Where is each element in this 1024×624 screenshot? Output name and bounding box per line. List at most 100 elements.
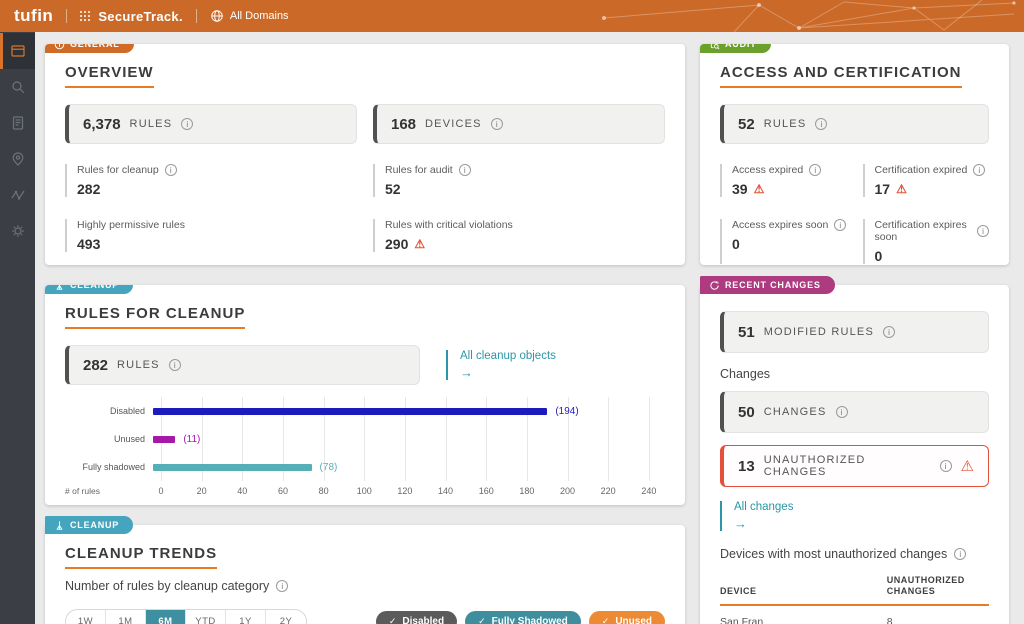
x-tick-label: 100 (357, 486, 372, 496)
app-grid-icon[interactable] (80, 11, 90, 21)
sidebar-item-reports[interactable] (0, 105, 35, 141)
tufin-logo: tufin (14, 6, 53, 26)
info-badge-icon (54, 44, 65, 50)
all-changes-link[interactable]: All changes → (720, 501, 989, 531)
info-icon[interactable]: i (954, 548, 966, 560)
gear-icon (10, 223, 26, 239)
chart-row: Disabled(194) (65, 397, 665, 425)
dashboard-main: GENERAL OVERVIEW 6,378 RULES i 168 DEVIC… (35, 32, 1024, 624)
range-button-1w[interactable]: 1W (66, 610, 106, 624)
bar-track: (78) (153, 453, 665, 481)
bar-fully-shadowed[interactable] (153, 464, 312, 471)
bar-disabled[interactable] (153, 408, 547, 415)
info-icon[interactable]: i (809, 164, 821, 176)
bar-unused[interactable] (153, 436, 175, 443)
audit-badge: AUDIT (700, 44, 771, 53)
device-column-header: DEVICE (720, 569, 887, 605)
range-button-1y[interactable]: 1Y (226, 610, 266, 624)
devices-stat-box[interactable]: 168 DEVICES i (373, 104, 665, 144)
stat-rules-critical-violations[interactable]: Rules with critical violationsi 290⚠ (373, 219, 665, 252)
stat-highly-permissive-rules[interactable]: Highly permissive rulesi 493⚠ (65, 219, 357, 252)
legend-chip-unused[interactable]: ✓Unused (589, 611, 665, 624)
topbar-divider (66, 9, 67, 23)
x-tick-label: 120 (397, 486, 412, 496)
x-tick-label: 160 (479, 486, 494, 496)
modified-rules-stat-box[interactable]: 51 MODIFIED RULES i (720, 311, 989, 353)
info-icon[interactable]: i (834, 219, 846, 231)
x-tick-label: 220 (601, 486, 616, 496)
devices-table-body: San Fran8CMA-R803 (720, 605, 989, 624)
stat-certification-expired[interactable]: Certification expiredi 17⚠ (863, 164, 990, 197)
cleanup-trends-title: CLEANUP TRENDS (65, 545, 217, 569)
legend-chip-fully-shadowed[interactable]: ✓Fully Shadowed (465, 611, 581, 624)
category-label: Fully shadowed (65, 462, 153, 472)
product-title: SecureTrack. (98, 9, 183, 24)
warning-icon: ⚠ (754, 183, 765, 195)
range-button-6m[interactable]: 6M (146, 610, 186, 624)
stat-access-expires-soon[interactable]: Access expires sooni 0⚠ (720, 219, 847, 264)
info-icon[interactable]: i (940, 460, 952, 472)
general-badge: GENERAL (45, 44, 134, 53)
recent-changes-badge: RECENT CHANGES (700, 276, 835, 294)
range-button-ytd[interactable]: YTD (186, 610, 226, 624)
x-tick-label: 200 (560, 486, 575, 496)
general-panel: GENERAL OVERVIEW 6,378 RULES i 168 DEVIC… (45, 44, 685, 265)
sidebar-item-topology[interactable] (0, 141, 35, 177)
globe-icon (210, 9, 224, 23)
range-button-1m[interactable]: 1M (106, 610, 146, 624)
table-cell: San Fran (720, 605, 887, 624)
sidebar-item-analytics[interactable] (0, 177, 35, 213)
sidebar-item-settings[interactable] (0, 213, 35, 249)
info-icon[interactable]: i (181, 118, 193, 130)
cleanup-trends-subtitle: Number of rules by cleanup category i (65, 579, 665, 593)
cleanup-rules-stat-box[interactable]: 282 RULES i (65, 345, 420, 385)
warning-icon: ⚠ (414, 238, 425, 250)
stat-rules-for-audit[interactable]: Rules for auditi 52⚠ (373, 164, 665, 197)
overview-title: OVERVIEW (65, 64, 154, 88)
info-icon[interactable]: i (836, 406, 848, 418)
info-icon[interactable]: i (165, 164, 177, 176)
legend-chip-label: Unused (615, 616, 652, 624)
info-icon[interactable]: i (883, 326, 895, 338)
cleanup-chart: Disabled(194)Unused(11)Fully shadowed(78… (65, 397, 665, 499)
chart-row: Fully shadowed(78) (65, 453, 665, 481)
info-icon[interactable]: i (169, 359, 181, 371)
audit-rules-stat-box[interactable]: 52 RULES i (720, 104, 989, 144)
info-icon[interactable]: i (459, 164, 471, 176)
audit-badge-icon (709, 44, 720, 50)
changes-stat-box[interactable]: 50 CHANGES i (720, 391, 989, 433)
sidebar (0, 32, 35, 624)
topbar: tufin SecureTrack. All Domains (0, 0, 1024, 32)
x-tick-label: 140 (438, 486, 453, 496)
category-legend-chips: ✓Disabled ✓Fully Shadowed ✓Unused (376, 611, 665, 624)
domain-selector[interactable]: All Domains (230, 10, 289, 22)
info-icon[interactable]: i (977, 225, 989, 237)
access-certification-title: ACCESS AND CERTIFICATION (720, 64, 962, 88)
legend-chip-label: Disabled (402, 616, 444, 624)
info-icon[interactable]: i (815, 118, 827, 130)
topbar-divider (196, 9, 197, 23)
search-icon (10, 79, 26, 95)
legend-chip-disabled[interactable]: ✓Disabled (376, 611, 457, 624)
bar-track: (11) (153, 425, 665, 453)
rules-for-cleanup-title: RULES FOR CLEANUP (65, 305, 245, 329)
all-cleanup-objects-link[interactable]: All cleanup objects → (446, 350, 556, 380)
info-icon[interactable]: i (491, 118, 503, 130)
rules-stat-box[interactable]: 6,378 RULES i (65, 104, 357, 144)
range-button-2y[interactable]: 2Y (266, 610, 306, 624)
sidebar-item-dashboard[interactable] (0, 33, 35, 69)
map-pin-icon (10, 151, 26, 167)
x-tick-label: 80 (319, 486, 329, 496)
stat-access-expired[interactable]: Access expiredi 39⚠ (720, 164, 847, 197)
unauthorized-changes-alert-box[interactable]: 13 UNAUTHORIZED CHANGES i ⚠ (720, 445, 989, 487)
table-row[interactable]: San Fran8 (720, 605, 989, 624)
info-icon[interactable]: i (973, 164, 985, 176)
cleanup-chart-rows: Disabled(194)Unused(11)Fully shadowed(78… (65, 397, 665, 481)
stat-certification-expires-soon[interactable]: Certification expires sooni 0⚠ (863, 219, 990, 264)
sidebar-item-search[interactable] (0, 69, 35, 105)
stat-rules-for-cleanup[interactable]: Rules for cleanupi 282⚠ (65, 164, 357, 197)
x-axis-label: # of rules (65, 486, 100, 496)
info-icon[interactable]: i (276, 580, 288, 592)
legend-chip-label: Fully Shadowed (492, 616, 568, 624)
report-icon (10, 115, 26, 131)
